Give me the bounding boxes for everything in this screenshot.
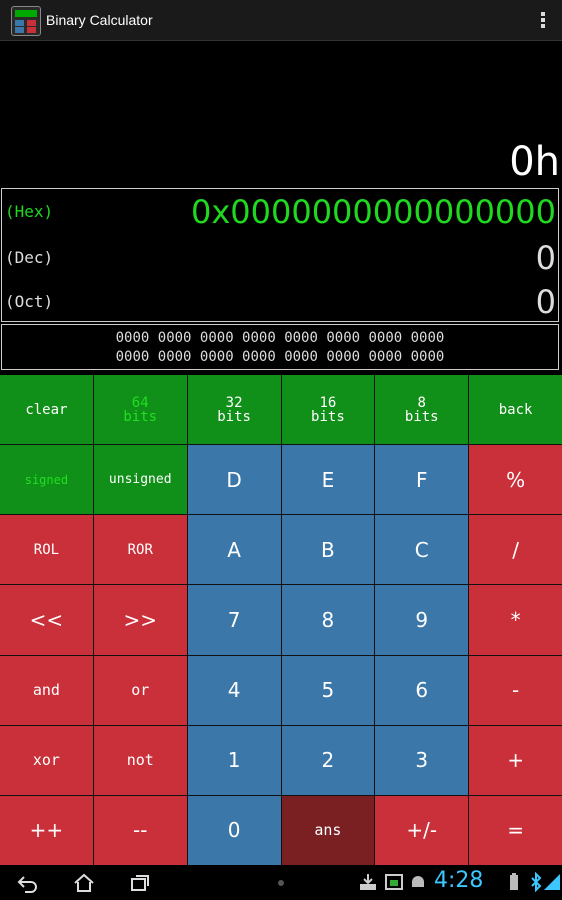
digit-5-button[interactable]: 5 — [281, 655, 375, 725]
digit-e-button[interactable]: E — [281, 445, 375, 515]
signal-icon — [540, 872, 562, 894]
nav-dot — [278, 880, 284, 886]
divide-button[interactable]: / — [469, 515, 562, 585]
modulo-button[interactable]: % — [469, 445, 562, 515]
bits-32-button[interactable]: 32 bits — [187, 375, 281, 445]
bits-8-button[interactable]: 8 bits — [375, 375, 469, 445]
back-arrow-icon[interactable] — [16, 872, 40, 894]
keypad: clear 64 bits 32 bits 16 bits 8 bits back si… — [0, 375, 562, 865]
digit-a-button[interactable]: A — [187, 515, 281, 585]
clear-button[interactable]: clear — [0, 375, 93, 445]
dec-value: 0 — [535, 239, 556, 277]
action-bar: Binary Calculator — [0, 0, 562, 41]
decrement-button[interactable]: -- — [93, 795, 187, 865]
value-readout: (Hex) 0x0000000000000000 (Dec) 0 (Oct) 0 — [1, 188, 559, 322]
screenshot-icon — [382, 872, 406, 894]
digit-0-button[interactable]: 0 — [187, 795, 281, 865]
status-clock: 4:28 — [434, 868, 484, 893]
recent-apps-icon[interactable] — [128, 872, 152, 894]
answer-display: 0h — [509, 139, 560, 185]
bits-32-number: 32 — [225, 394, 243, 411]
download-icon — [356, 872, 380, 894]
digit-9-button[interactable]: 9 — [375, 585, 469, 655]
bits-32-unit: bits — [217, 408, 251, 425]
bits-8-number: 8 — [417, 394, 426, 411]
not-button[interactable]: not — [93, 725, 187, 795]
add-button[interactable]: + — [469, 725, 562, 795]
app-title: Binary Calculator — [46, 12, 153, 28]
rotate-right-button[interactable]: ROR — [93, 515, 187, 585]
or-button[interactable]: or — [93, 655, 187, 725]
dec-row: (Dec) 0 — [2, 235, 558, 281]
digit-7-button[interactable]: 7 — [187, 585, 281, 655]
digit-b-button[interactable]: B — [281, 515, 375, 585]
binary-bits-display: 0000 0000 0000 0000 0000 0000 0000 0000 … — [1, 324, 559, 370]
unsigned-button[interactable]: unsigned — [93, 445, 187, 515]
hex-label: (Hex) — [5, 202, 54, 221]
bits-64-number: 64 — [131, 394, 149, 411]
system-nav-bar: 4:28 — [0, 866, 562, 900]
bits-line-1: 0000 0000 0000 0000 0000 0000 0000 0000 — [115, 330, 445, 346]
bits-16-number: 16 — [319, 394, 337, 411]
oct-label: (Oct) — [5, 292, 54, 311]
digit-3-button[interactable]: 3 — [375, 725, 469, 795]
answer-button[interactable]: ans — [281, 795, 375, 865]
signed-button[interactable]: signed — [0, 445, 93, 515]
home-icon[interactable] — [72, 872, 96, 894]
digit-f-button[interactable]: F — [375, 445, 469, 515]
bits-16-unit: bits — [311, 408, 345, 425]
binary-calculator-app-icon — [11, 6, 41, 36]
bits-64-unit: bits — [123, 408, 158, 425]
digit-6-button[interactable]: 6 — [375, 655, 469, 725]
back-button[interactable]: back — [469, 375, 562, 445]
increment-button[interactable]: ++ — [0, 795, 93, 865]
shift-right-button[interactable]: >> — [93, 585, 187, 655]
digit-c-button[interactable]: C — [375, 515, 469, 585]
bits-64-button[interactable]: 64 bits — [93, 375, 187, 445]
shift-left-button[interactable]: << — [0, 585, 93, 655]
digit-d-button[interactable]: D — [187, 445, 281, 515]
oct-row: (Oct) 0 — [2, 279, 558, 325]
negate-button[interactable]: +/- — [375, 795, 469, 865]
subtract-button[interactable]: - — [469, 655, 562, 725]
battery-icon — [502, 872, 526, 894]
digit-8-button[interactable]: 8 — [281, 585, 375, 655]
bits-8-unit: bits — [404, 408, 439, 425]
digit-4-button[interactable]: 4 — [187, 655, 281, 725]
overflow-menu-icon[interactable] — [538, 10, 548, 30]
digit-1-button[interactable]: 1 — [187, 725, 281, 795]
android-icon — [406, 872, 430, 894]
and-button[interactable]: and — [0, 655, 93, 725]
dec-label: (Dec) — [5, 248, 54, 267]
oct-value: 0 — [535, 283, 556, 321]
multiply-button[interactable]: * — [469, 585, 562, 655]
digit-2-button[interactable]: 2 — [281, 725, 375, 795]
equals-button[interactable]: = — [469, 795, 562, 865]
hex-value: 0x0000000000000000 — [190, 193, 556, 231]
hex-row: (Hex) 0x0000000000000000 — [2, 189, 558, 235]
bits-line-2: 0000 0000 0000 0000 0000 0000 0000 0000 — [115, 349, 445, 365]
xor-button[interactable]: xor — [0, 725, 93, 795]
bits-16-button[interactable]: 16 bits — [281, 375, 375, 445]
rotate-left-button[interactable]: ROL — [0, 515, 93, 585]
